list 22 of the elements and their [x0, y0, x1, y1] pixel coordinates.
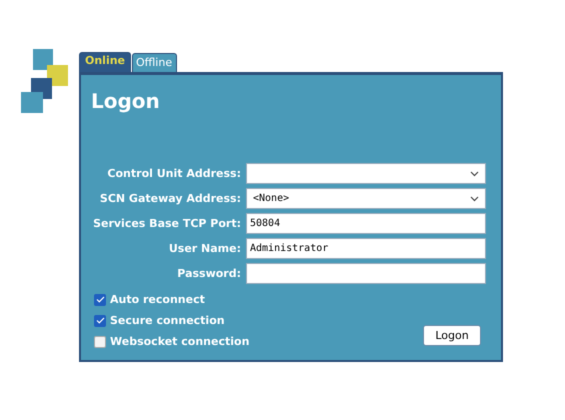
dropdown-field[interactable] [246, 163, 486, 184]
field-label: SCN Gateway Address: [98, 192, 241, 205]
checkbox[interactable] [94, 336, 106, 348]
field-label: Password: [176, 267, 241, 280]
chevron-icon [470, 170, 479, 176]
dropdown-field[interactable]: <None> [246, 188, 486, 209]
checkbox-label: Auto reconnect [110, 293, 205, 306]
logo-icon [20, 48, 70, 114]
input-field[interactable]: 50804 [246, 213, 486, 234]
input-field[interactable]: Administrator [246, 238, 486, 259]
password-field[interactable] [246, 263, 486, 284]
field-label: Control Unit Address: [106, 167, 241, 180]
checkbox-label: Secure connection [110, 314, 225, 327]
checkbox[interactable] [94, 314, 106, 326]
checkbox[interactable] [94, 294, 106, 306]
field-label: Services Base TCP Port: [92, 217, 241, 230]
panel-title: Logon [91, 89, 161, 113]
checkbox-label: Websocket connection [110, 335, 250, 348]
field-label: User Name: [168, 242, 241, 255]
logon-button[interactable]: Logon [423, 325, 481, 346]
tab[interactable]: Online [79, 52, 132, 72]
chevron-icon [470, 196, 479, 202]
